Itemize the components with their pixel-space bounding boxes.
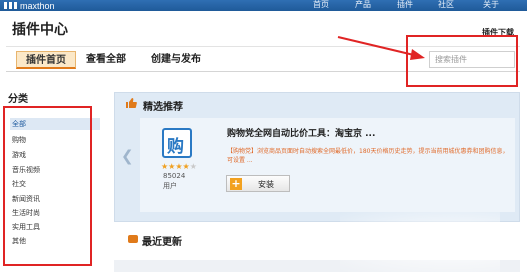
watermark-overlay	[340, 212, 500, 272]
star-icon: ★	[182, 162, 190, 171]
star-icon: ★	[175, 162, 183, 171]
carousel-prev-arrow-icon[interactable]: ❮	[121, 147, 134, 165]
star-empty-icon: ★	[189, 162, 197, 171]
nav-item-home[interactable]: 首页	[313, 0, 329, 11]
page-title: 插件中心	[12, 22, 68, 38]
latest-updates-heading: 最近更新	[142, 237, 182, 248]
maxthon-logo[interactable]: maxthon	[4, 0, 55, 11]
tab-plugin-home[interactable]: 插件首页	[16, 51, 76, 69]
users-count: 85024	[163, 172, 186, 180]
nav-item-about[interactable]: 关于	[483, 0, 499, 11]
annotation-box-search	[406, 35, 518, 87]
nav-item-community[interactable]: 社区	[438, 0, 454, 11]
thumbs-up-icon	[126, 98, 137, 108]
users-label: 用户	[163, 182, 177, 190]
top-nav-bar: maxthon 首页 产品 插件 社区 关于	[0, 0, 527, 11]
annotation-box-categories	[3, 106, 92, 266]
latest-updates-icon	[128, 235, 138, 243]
tab-create-publish[interactable]: 创建与发布	[151, 51, 201, 69]
nav-item-plugins[interactable]: 插件	[397, 0, 413, 11]
rating-stars: ★★★★★	[161, 162, 197, 171]
tab-view-all[interactable]: 查看全部	[86, 51, 126, 69]
nav-item-products[interactable]: 产品	[355, 0, 371, 11]
category-heading: 分类	[8, 94, 28, 105]
app-icon-glyph: 购	[167, 137, 184, 157]
logo-text: maxthon	[20, 0, 55, 11]
plus-icon: +	[230, 177, 242, 190]
featured-heading: 精选推荐	[143, 102, 183, 113]
shopping-price-icon[interactable]: 购	[162, 128, 192, 158]
install-label: 安装	[258, 180, 274, 189]
featured-app-description: 【购物党】浏览商品页面时自动搜索全网最低价，180天价格历史走势，提示当前用城优…	[227, 148, 509, 164]
featured-app-name[interactable]: 购物党全网自动比价工具：淘宝京 ...	[227, 126, 375, 139]
install-button[interactable]: + 安装	[226, 175, 290, 192]
maxthon-logo-icon	[4, 2, 17, 9]
